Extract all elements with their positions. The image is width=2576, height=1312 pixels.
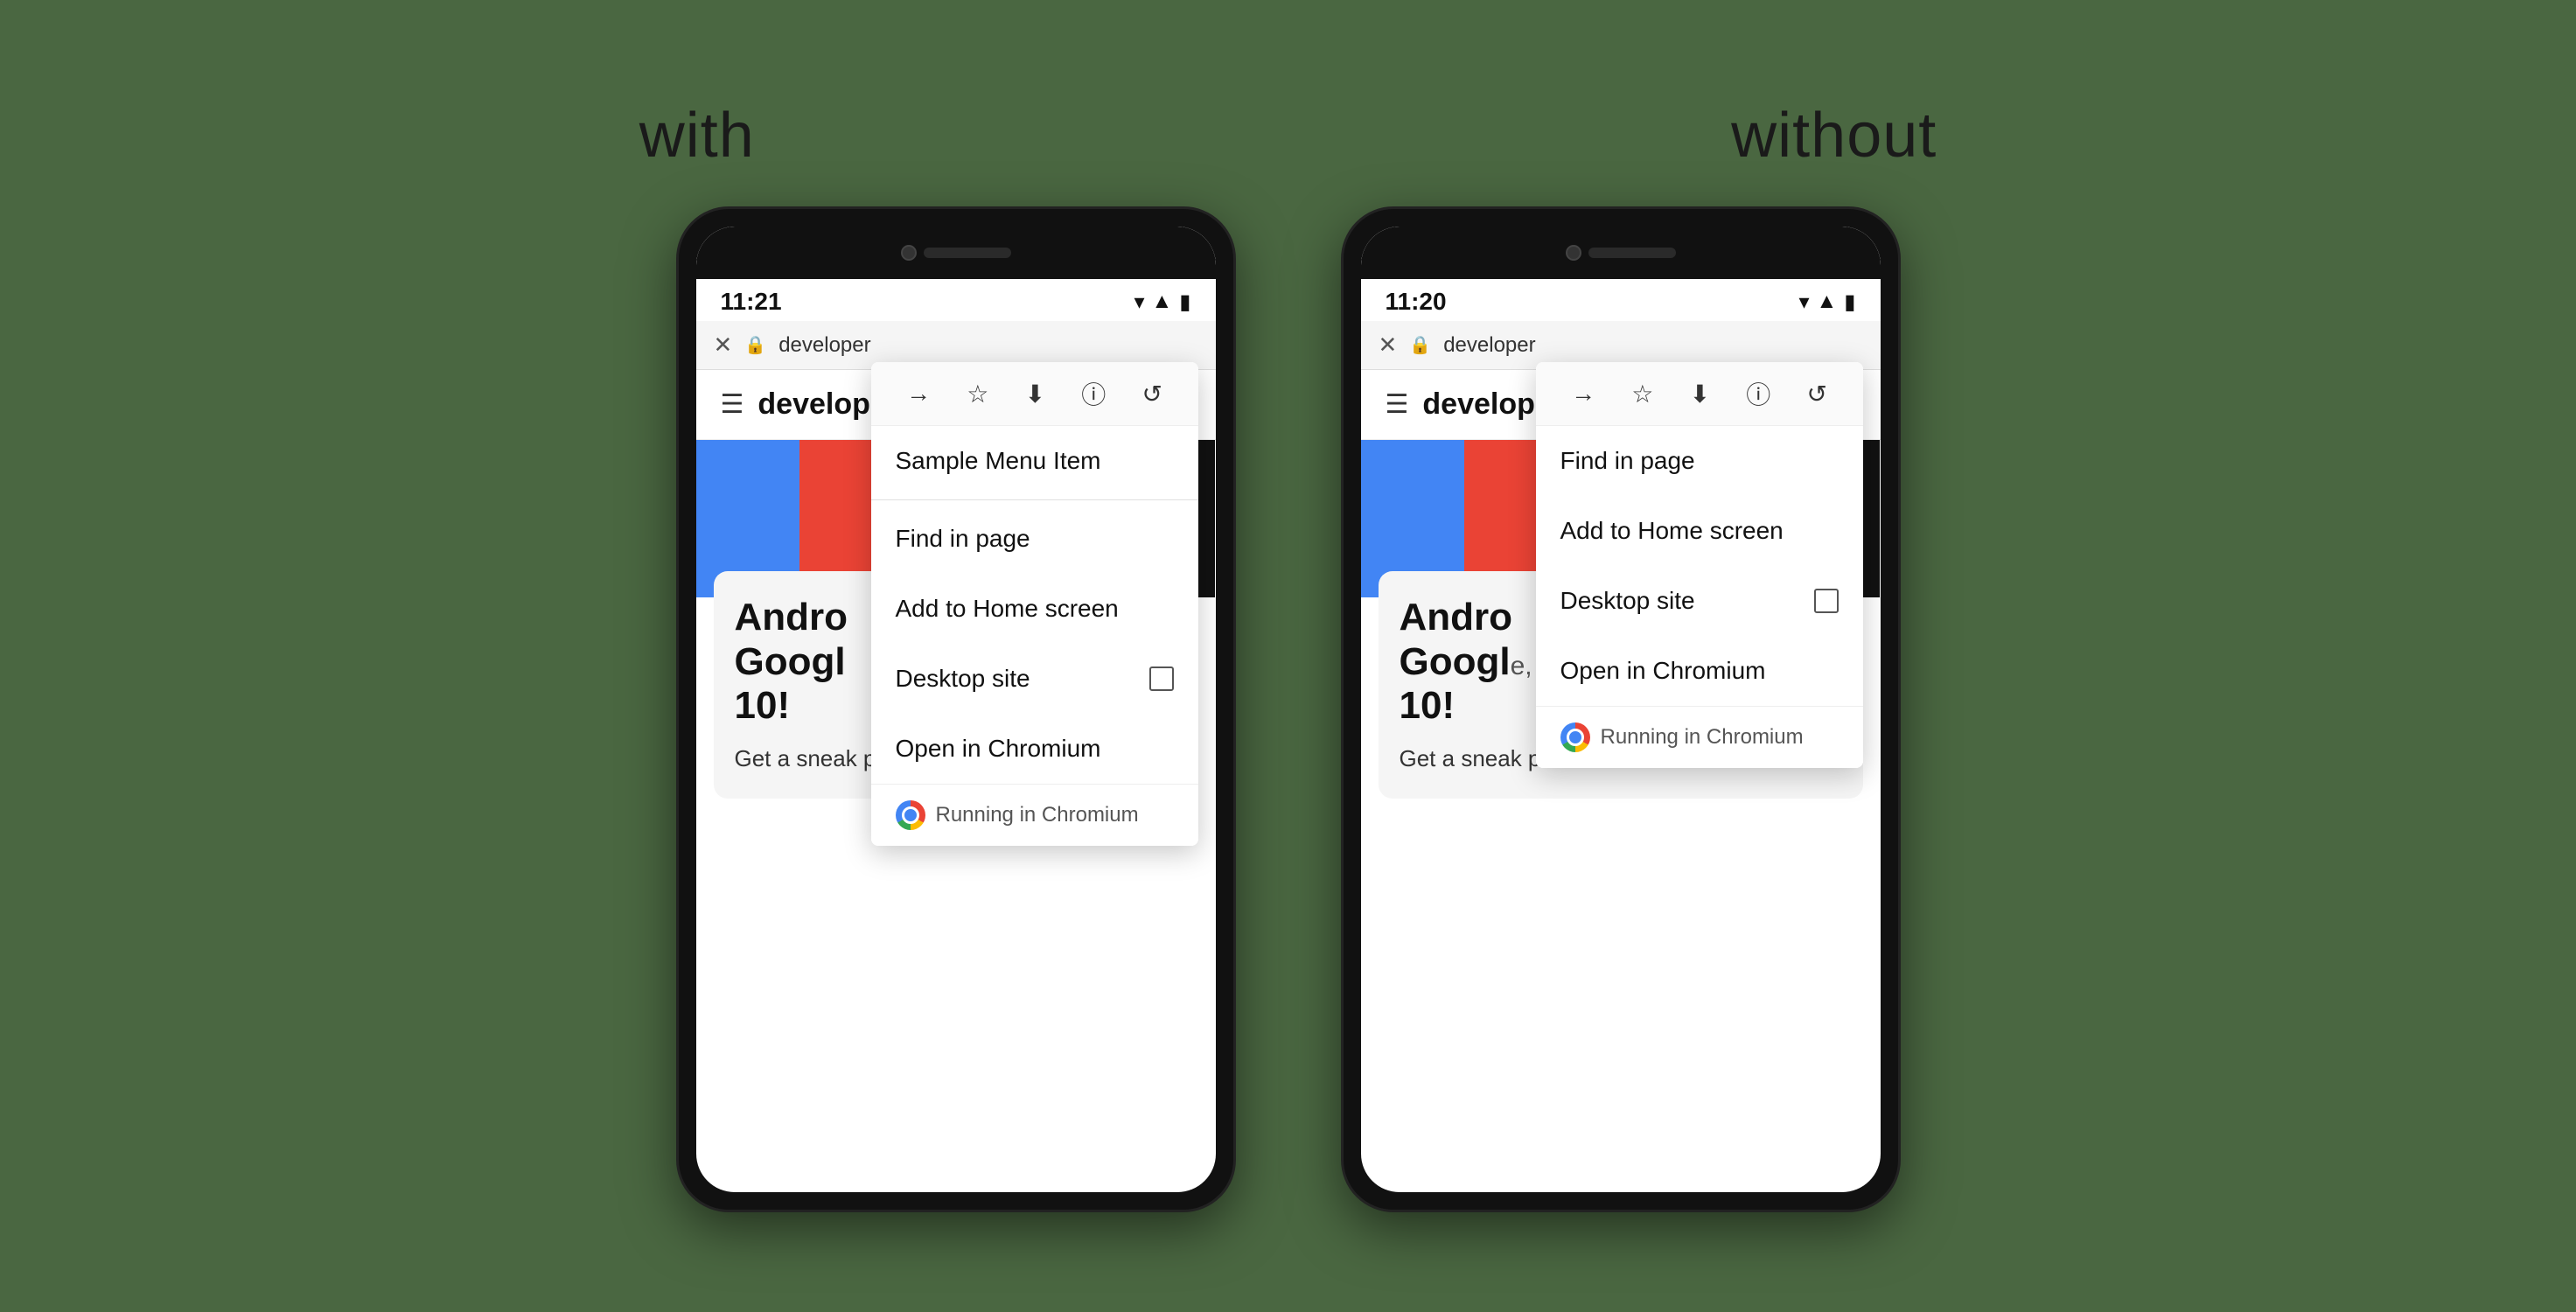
camera-with (901, 245, 917, 261)
desktop-checkbox-without[interactable] (1814, 589, 1839, 613)
lock-icon-with: 🔒 (744, 334, 766, 356)
menu-item-open-chromium-without-label: Open in Chromium (1560, 657, 1766, 685)
label-without: without (1731, 100, 1937, 171)
url-with: developer (778, 333, 1197, 358)
menu-item-open-chromium-without[interactable]: Open in Chromium (1536, 636, 1863, 706)
toolbar-refresh-without[interactable]: ↺ (1806, 380, 1826, 408)
dropdown-toolbar-with: → ☆ ⬇ ⓘ ↺ (871, 362, 1198, 426)
url-without: developer (1443, 333, 1862, 358)
phones-row: 11:21 ▾ ▲ ▮ ✕ 🔒 developer ☰ develop (676, 206, 1901, 1212)
wifi-icon-with: ▾ (1134, 290, 1144, 315)
toolbar-info-with[interactable]: ⓘ (1081, 376, 1106, 411)
notch-with (696, 227, 1216, 279)
page-title-without: develop (1422, 387, 1534, 422)
menu-item-desktop-with-label: Desktop site (896, 665, 1030, 693)
phone-with: 11:21 ▾ ▲ ▮ ✕ 🔒 developer ☰ develop (676, 206, 1236, 1212)
time-with: 11:21 (721, 288, 782, 316)
menu-item-add-home-without[interactable]: Add to Home screen (1536, 496, 1863, 566)
menu-item-find-without[interactable]: Find in page (1536, 426, 1863, 496)
menu-item-open-chromium-with-label: Open in Chromium (896, 735, 1101, 763)
hamburger-icon-without[interactable]: ☰ (1386, 389, 1409, 420)
status-icons-with: ▾ ▲ ▮ (1134, 290, 1190, 315)
toolbar-star-without[interactable]: ☆ (1631, 380, 1653, 408)
running-text-with: Running in Chromium (936, 803, 1139, 827)
label-with: with (639, 100, 755, 171)
battery-icon-with: ▮ (1179, 290, 1190, 315)
status-icons-without: ▾ ▲ ▮ (1798, 290, 1855, 315)
running-text-without: Running in Chromium (1601, 725, 1804, 750)
signal-icon-with: ▲ (1152, 290, 1173, 314)
dropdown-menu-with: → ☆ ⬇ ⓘ ↺ Sample Menu Item Find in page … (871, 362, 1198, 846)
phone-with-inner: 11:21 ▾ ▲ ▮ ✕ 🔒 developer ☰ develop (696, 227, 1216, 1192)
lock-icon-without: 🔒 (1409, 334, 1431, 356)
status-bar-with: 11:21 ▾ ▲ ▮ (696, 279, 1216, 321)
menu-item-find-with[interactable]: Find in page (871, 504, 1198, 574)
dropdown-menu-without: → ☆ ⬇ ⓘ ↺ Find in page Add to Home scree… (1536, 362, 1863, 768)
phone-without-inner: 11:20 ▾ ▲ ▮ ✕ 🔒 developer ☰ develop (1361, 227, 1881, 1192)
menu-item-add-home-with-label: Add to Home screen (896, 595, 1119, 623)
chromium-icon-with (896, 800, 925, 830)
notch-without (1361, 227, 1881, 279)
menu-item-desktop-without-label: Desktop site (1560, 587, 1695, 615)
signal-icon-without: ▲ (1817, 290, 1838, 314)
menu-item-find-with-label: Find in page (896, 525, 1030, 553)
chromium-icon-without (1560, 722, 1590, 752)
toolbar-info-without[interactable]: ⓘ (1746, 376, 1770, 411)
close-btn-with[interactable]: ✕ (714, 331, 733, 359)
toolbar-forward-with[interactable]: → (906, 380, 931, 408)
desktop-checkbox-with[interactable] (1149, 666, 1174, 691)
menu-item-desktop-without[interactable]: Desktop site (1536, 566, 1863, 636)
menu-item-open-chromium-with[interactable]: Open in Chromium (871, 714, 1198, 784)
menu-item-find-without-label: Find in page (1560, 447, 1695, 475)
divider-after-sample (871, 499, 1198, 500)
toolbar-star-with[interactable]: ☆ (967, 380, 988, 408)
speaker-with (924, 248, 1011, 258)
toolbar-refresh-with[interactable]: ↺ (1141, 380, 1162, 408)
menu-item-sample[interactable]: Sample Menu Item (871, 426, 1198, 496)
running-badge-without: Running in Chromium (1536, 706, 1863, 768)
time-without: 11:20 (1386, 288, 1447, 316)
labels-row: with without (151, 100, 2426, 171)
menu-item-add-home-without-label: Add to Home screen (1560, 517, 1784, 545)
status-bar-without: 11:20 ▾ ▲ ▮ (1361, 279, 1881, 321)
toolbar-download-without[interactable]: ⬇ (1690, 380, 1710, 408)
close-btn-without[interactable]: ✕ (1379, 331, 1398, 359)
running-badge-with: Running in Chromium (871, 784, 1198, 846)
menu-item-sample-label: Sample Menu Item (896, 447, 1101, 475)
toolbar-forward-without[interactable]: → (1571, 380, 1595, 408)
hamburger-icon-with[interactable]: ☰ (721, 389, 744, 420)
page-title-with: develop (757, 387, 869, 422)
speaker-without (1588, 248, 1676, 258)
battery-icon-without: ▮ (1844, 290, 1855, 315)
phone-without: 11:20 ▾ ▲ ▮ ✕ 🔒 developer ☰ develop (1341, 206, 1901, 1212)
menu-item-add-home-with[interactable]: Add to Home screen (871, 574, 1198, 644)
camera-without (1566, 245, 1581, 261)
dropdown-toolbar-without: → ☆ ⬇ ⓘ ↺ (1536, 362, 1863, 426)
menu-item-desktop-with[interactable]: Desktop site (871, 644, 1198, 714)
wifi-icon-without: ▾ (1798, 290, 1809, 315)
toolbar-download-with[interactable]: ⬇ (1025, 380, 1045, 408)
